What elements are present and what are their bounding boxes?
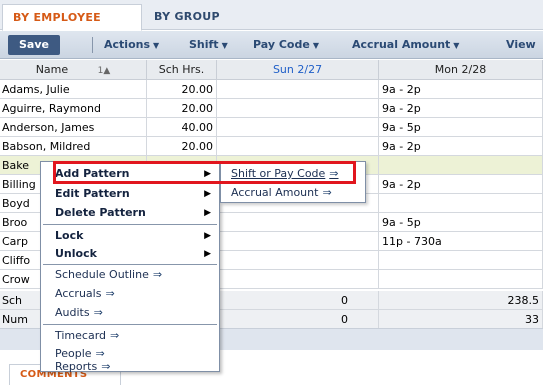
double-arrow-right-icon: ⇒ (101, 360, 111, 373)
accrual-amount-menu-button[interactable]: Accrual Amount ▼ (352, 31, 459, 60)
lock-label: Lock (55, 229, 84, 242)
reports-label: Reports (55, 360, 98, 373)
submenu-item-accrual-amount[interactable]: Accrual Amount ⇒ (221, 183, 365, 202)
totals-sun-cell: 0 (217, 291, 379, 310)
tab-by-employee[interactable]: BY EMPLOYEE (2, 4, 142, 31)
sun-shift-cell[interactable] (217, 251, 379, 270)
menu-item-delete-pattern[interactable]: Delete Pattern ▶ (41, 203, 219, 223)
sun-shift-cell[interactable] (217, 118, 379, 137)
menu-item-schedule-outline[interactable]: Schedule Outline ⇒ (41, 265, 219, 285)
view-label: View (506, 38, 536, 51)
menu-item-timecard[interactable]: Timecard ⇒ (41, 326, 219, 346)
sort-indicator-icon: 1▲ (97, 66, 111, 76)
actions-label: Actions (104, 38, 150, 51)
menu-item-edit-pattern[interactable]: Edit Pattern ▶ (41, 184, 219, 204)
triangle-right-icon: ▶ (204, 208, 211, 218)
sch-hrs-cell: 20.00 (147, 80, 217, 99)
sun-shift-cell[interactable] (217, 270, 379, 289)
mon-shift-cell[interactable] (379, 251, 543, 270)
table-row[interactable]: Adams, Julie 20.00 9a - 2p (0, 80, 543, 99)
unlock-label: Unlock (55, 247, 97, 260)
column-header-name[interactable]: Name 1▲ (0, 60, 147, 80)
sch-hrs-cell: 20.00 (147, 99, 217, 118)
double-arrow-right-icon: ⇒ (93, 306, 103, 319)
actions-menu-button[interactable]: Actions ▼ (104, 31, 159, 60)
sun-shift-cell[interactable] (217, 137, 379, 156)
double-arrow-right-icon: ⇒ (105, 287, 115, 300)
sun-shift-cell[interactable] (217, 99, 379, 118)
shift-label: Shift (189, 38, 219, 51)
schedule-outline-label: Schedule Outline (55, 268, 149, 281)
sch-hrs-cell: 40.00 (147, 118, 217, 137)
mon-shift-cell[interactable]: 9a - 2p (379, 137, 543, 156)
accrual-amount-submenu-label: Accrual Amount (231, 186, 319, 199)
shift-menu-button[interactable]: Shift ▼ (189, 31, 228, 60)
menu-divider (43, 224, 217, 225)
mon-shift-cell[interactable]: 9a - 2p (379, 99, 543, 118)
mon-shift-cell[interactable]: 9a - 2p (379, 175, 543, 194)
timecard-label: Timecard (55, 329, 107, 342)
triangle-right-icon: ▶ (204, 231, 211, 241)
caret-down-icon: ▼ (312, 41, 319, 50)
column-header-sch-hrs[interactable]: Sch Hrs. (147, 60, 217, 80)
sun-shift-cell[interactable] (217, 213, 379, 232)
employee-name-cell[interactable]: Babson, Mildred (0, 137, 147, 156)
totals-sun-cell: 0 (217, 310, 379, 329)
employee-name-cell[interactable]: Anderson, James (0, 118, 147, 137)
highlight-annotation-box (53, 161, 356, 184)
menu-item-lock[interactable]: Lock ▶ (41, 226, 219, 246)
double-arrow-right-icon: ⇒ (152, 268, 163, 281)
toolbar: Save Actions ▼ Shift ▼ Pay Code ▼ Accrual A… (0, 31, 543, 59)
mon-shift-cell[interactable] (379, 194, 543, 213)
name-header-label: Name (35, 63, 69, 76)
table-row[interactable]: Anderson, James 40.00 9a - 5p (0, 118, 543, 137)
mon-shift-cell[interactable]: 9a - 5p (379, 118, 543, 137)
save-button[interactable]: Save (8, 35, 60, 55)
delete-pattern-label: Delete Pattern (55, 206, 146, 219)
employee-name-cell[interactable]: Adams, Julie (0, 80, 147, 99)
double-arrow-right-icon: ⇒ (110, 329, 120, 342)
menu-item-accruals[interactable]: Accruals ⇒ (41, 284, 219, 304)
menu-item-reports[interactable]: Reports ⇒ (41, 360, 219, 373)
mon-shift-cell[interactable]: 11p - 730a (379, 232, 543, 251)
column-header-mon[interactable]: Mon 2/28 (379, 60, 543, 80)
table-row[interactable]: Babson, Mildred 20.00 9a - 2p (0, 137, 543, 156)
context-menu: Add Pattern ▶ Edit Pattern ▶ Delete Patter… (40, 161, 220, 373)
audits-label: Audits (55, 306, 90, 319)
edit-pattern-label: Edit Pattern (55, 187, 130, 200)
double-arrow-right-icon: ⇒ (322, 186, 332, 199)
accruals-label: Accruals (55, 287, 102, 300)
mon-shift-cell[interactable]: 9a - 5p (379, 213, 543, 232)
triangle-right-icon: ▶ (204, 249, 211, 259)
view-menu-button[interactable]: View (506, 31, 536, 59)
menu-item-audits[interactable]: Audits ⇒ (41, 303, 219, 323)
tab-by-group[interactable]: BY GROUP (144, 4, 236, 31)
totals-mon-cell: 238.5 (379, 291, 543, 310)
caret-down-icon: ▼ (221, 41, 228, 50)
accrual-amount-label: Accrual Amount (352, 38, 451, 51)
totals-mon-cell: 33 (379, 310, 543, 329)
sun-shift-cell[interactable] (217, 80, 379, 99)
triangle-right-icon: ▶ (204, 189, 211, 199)
caret-down-icon: ▼ (453, 41, 460, 50)
view-tabs: BY EMPLOYEE BY GROUP (0, 0, 543, 31)
sch-hrs-cell: 20.00 (147, 137, 217, 156)
double-arrow-right-icon: ⇒ (95, 347, 105, 360)
pay-code-label: Pay Code (253, 38, 310, 51)
column-header-sun[interactable]: Sun 2/27 (217, 60, 379, 80)
table-row[interactable]: Aguirre, Raymond 20.00 9a - 2p (0, 99, 543, 118)
pay-code-menu-button[interactable]: Pay Code ▼ (253, 31, 319, 60)
employee-name-cell[interactable]: Aguirre, Raymond (0, 99, 147, 118)
mon-shift-cell[interactable] (379, 270, 543, 289)
mon-shift-cell[interactable]: 9a - 2p (379, 80, 543, 99)
people-label: People (55, 347, 92, 360)
sun-shift-cell[interactable] (217, 232, 379, 251)
menu-divider (43, 324, 217, 325)
caret-down-icon: ▼ (153, 41, 160, 50)
mon-shift-cell[interactable] (379, 156, 543, 175)
menu-item-unlock[interactable]: Unlock ▶ (41, 244, 219, 264)
toolbar-divider (92, 37, 93, 53)
